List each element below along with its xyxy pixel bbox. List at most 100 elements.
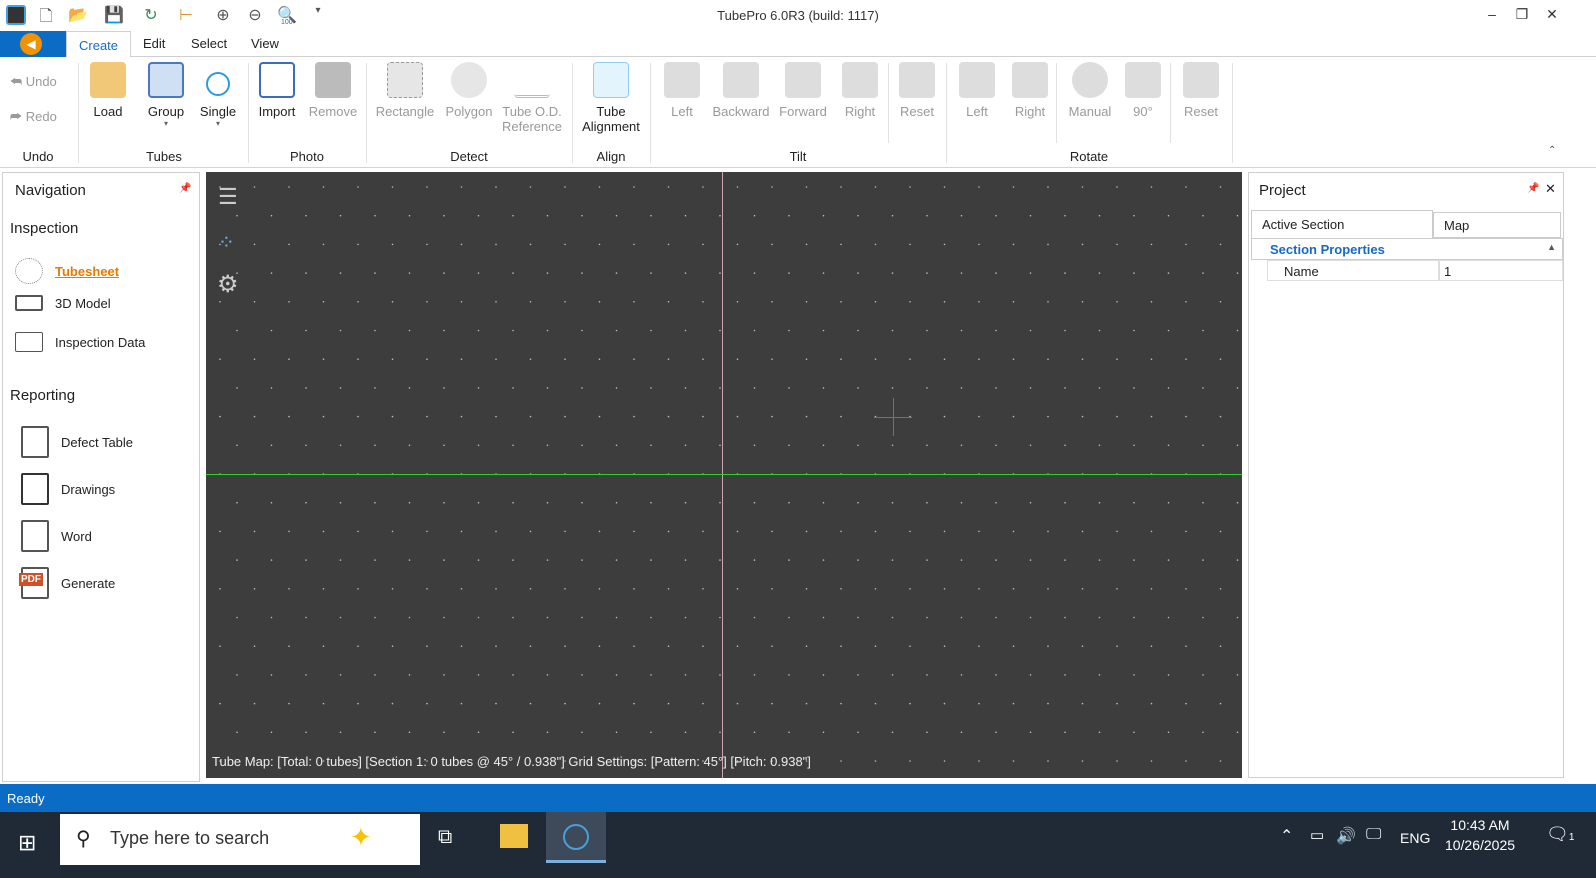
tray-chevron-icon[interactable]: ⌃ <box>1280 826 1293 846</box>
grid-dot <box>219 588 221 590</box>
rotate-reset-button[interactable]: Reset <box>1180 62 1222 119</box>
remove-button[interactable]: Remove <box>308 62 358 119</box>
meet-icon[interactable]: ▭ <box>1310 826 1324 844</box>
tilt-forward-icon <box>785 62 821 98</box>
grid-dot <box>736 702 739 705</box>
nav-3d-model[interactable]: 3D Model <box>15 295 111 311</box>
window-title: TubePro 6.0R3 (build: 1117) <box>717 8 879 23</box>
grid-dot <box>1047 358 1049 360</box>
grid-dot <box>995 731 997 734</box>
tab-map[interactable]: Map <box>1433 212 1561 238</box>
tab-active-section[interactable]: Active Section <box>1251 210 1433 238</box>
rotate-left-button[interactable]: Left <box>958 62 996 119</box>
single-button[interactable]: Single ▾ <box>195 62 241 128</box>
load-button[interactable]: Load <box>86 62 130 119</box>
sparkle-icon: ✦ <box>350 822 372 852</box>
taskbar-search[interactable]: ⚲ Type here to search ✦ <box>60 814 420 865</box>
tilt-right-button[interactable]: Right <box>840 62 880 119</box>
tilt-reset-button[interactable]: Reset <box>896 62 938 119</box>
grid-dot <box>598 530 601 533</box>
grid-dot <box>1012 358 1015 360</box>
undo-button[interactable]: ⮪ Undo <box>10 74 57 90</box>
tab-create[interactable]: Create <box>66 31 132 58</box>
grid-dot <box>1116 358 1118 360</box>
tube-od-reference-button[interactable]: Tube O.D. Reference <box>502 62 562 134</box>
grid-dot <box>805 530 808 533</box>
grid-dot <box>684 444 687 447</box>
volume-icon[interactable]: 🔊 <box>1336 826 1356 846</box>
rotate-90-button[interactable]: 90° <box>1124 62 1162 119</box>
tilt-forward-button[interactable]: Forward <box>776 62 830 119</box>
task-view-icon[interactable]: ⧉ <box>438 826 452 849</box>
nav-inspection-data[interactable]: Inspection Data <box>15 332 145 352</box>
group-button[interactable]: Group ▾ <box>142 62 190 128</box>
grid-dot <box>305 444 307 447</box>
nav-word[interactable]: Word <box>21 520 92 552</box>
tube-alignment-button[interactable]: Tube Alignment <box>578 62 644 134</box>
close-button[interactable]: ✕ <box>1542 6 1562 23</box>
grid-dot <box>322 301 325 303</box>
redo-button[interactable]: ⮫ Redo <box>10 109 57 125</box>
grid-dot <box>408 214 411 217</box>
grid-dot <box>995 272 997 274</box>
grid-dot <box>891 616 894 619</box>
grid-dot <box>667 301 670 303</box>
file-explorer-icon[interactable] <box>500 824 528 848</box>
nav-defect-table[interactable]: Defect Table <box>21 426 133 458</box>
restore-button[interactable]: ❐ <box>1512 6 1532 23</box>
grid-dot <box>1167 674 1170 676</box>
rotate-right-button[interactable]: Right <box>1010 62 1050 119</box>
tab-edit[interactable]: Edit <box>143 36 165 51</box>
nav-generate[interactable]: PDF Generate <box>19 567 115 599</box>
grid-dot <box>219 530 221 533</box>
grid-dot <box>995 387 997 389</box>
property-value[interactable]: 1 <box>1439 260 1563 281</box>
tab-select[interactable]: Select <box>191 36 227 51</box>
tubepro-taskbar-icon[interactable] <box>546 812 606 863</box>
back-button[interactable]: ◀ <box>0 31 66 57</box>
grid-dot <box>633 186 635 188</box>
tilt-backward-button[interactable]: Backward <box>710 62 772 119</box>
clock[interactable]: 10:43 AM 10/26/2025 <box>1440 817 1520 853</box>
settings-gear-icon[interactable]: ⚙ <box>217 270 239 299</box>
grid-dot <box>374 329 376 332</box>
grid-dot <box>736 645 739 647</box>
grid-dot <box>391 702 394 705</box>
grid-dot <box>926 272 928 274</box>
grid-dot <box>443 616 445 619</box>
windows-start-icon[interactable]: ⊞ <box>18 830 36 856</box>
nav-drawings[interactable]: Drawings <box>21 473 115 505</box>
grid-dot <box>1029 272 1032 274</box>
import-button[interactable]: Import <box>255 62 299 119</box>
grid-dot <box>1064 329 1066 332</box>
grid-dot <box>426 645 428 647</box>
rectangle-button[interactable]: Rectangle <box>374 62 436 119</box>
network-icon[interactable]: 🖵 <box>1366 826 1381 844</box>
grid-dot <box>322 530 325 533</box>
section-properties-header[interactable]: Section Properties ▲ <box>1251 238 1563 260</box>
grid-dot <box>633 358 635 360</box>
grid-dot <box>219 415 221 418</box>
grid-dot <box>581 559 583 561</box>
pin-icon[interactable]: 📌 <box>179 183 191 194</box>
collapse-ribbon-icon[interactable]: ⌃ <box>1548 145 1556 156</box>
tab-view[interactable]: View <box>251 36 279 51</box>
rotate-manual-button[interactable]: Manual <box>1066 62 1114 119</box>
minimize-button[interactable]: – <box>1482 6 1502 22</box>
grid-dot <box>650 616 652 619</box>
grid-dot <box>1150 415 1153 418</box>
tilt-left-button[interactable]: Left <box>664 62 700 119</box>
grid-dot <box>1012 301 1015 303</box>
grid-dot <box>650 444 652 447</box>
pin-icon[interactable]: 📌 <box>1527 183 1539 194</box>
dots-icon[interactable]: ⁘ <box>218 230 235 255</box>
notifications-icon[interactable]: 🗨1 <box>1546 824 1574 845</box>
nav-tubesheet[interactable]: Tubesheet <box>15 258 119 284</box>
tubesheet-canvas[interactable]: ☰ ⁘ ⚙ Tube Map: [Total: 0 tubes] [Sectio… <box>206 172 1242 778</box>
polygon-button[interactable]: Polygon <box>442 62 496 119</box>
list-icon[interactable]: ☰ <box>218 184 238 210</box>
grid-dot <box>1064 214 1066 217</box>
language-indicator[interactable]: ENG <box>1400 830 1430 846</box>
close-panel-icon[interactable]: ✕ <box>1545 181 1556 197</box>
grid-dot <box>1116 301 1118 303</box>
